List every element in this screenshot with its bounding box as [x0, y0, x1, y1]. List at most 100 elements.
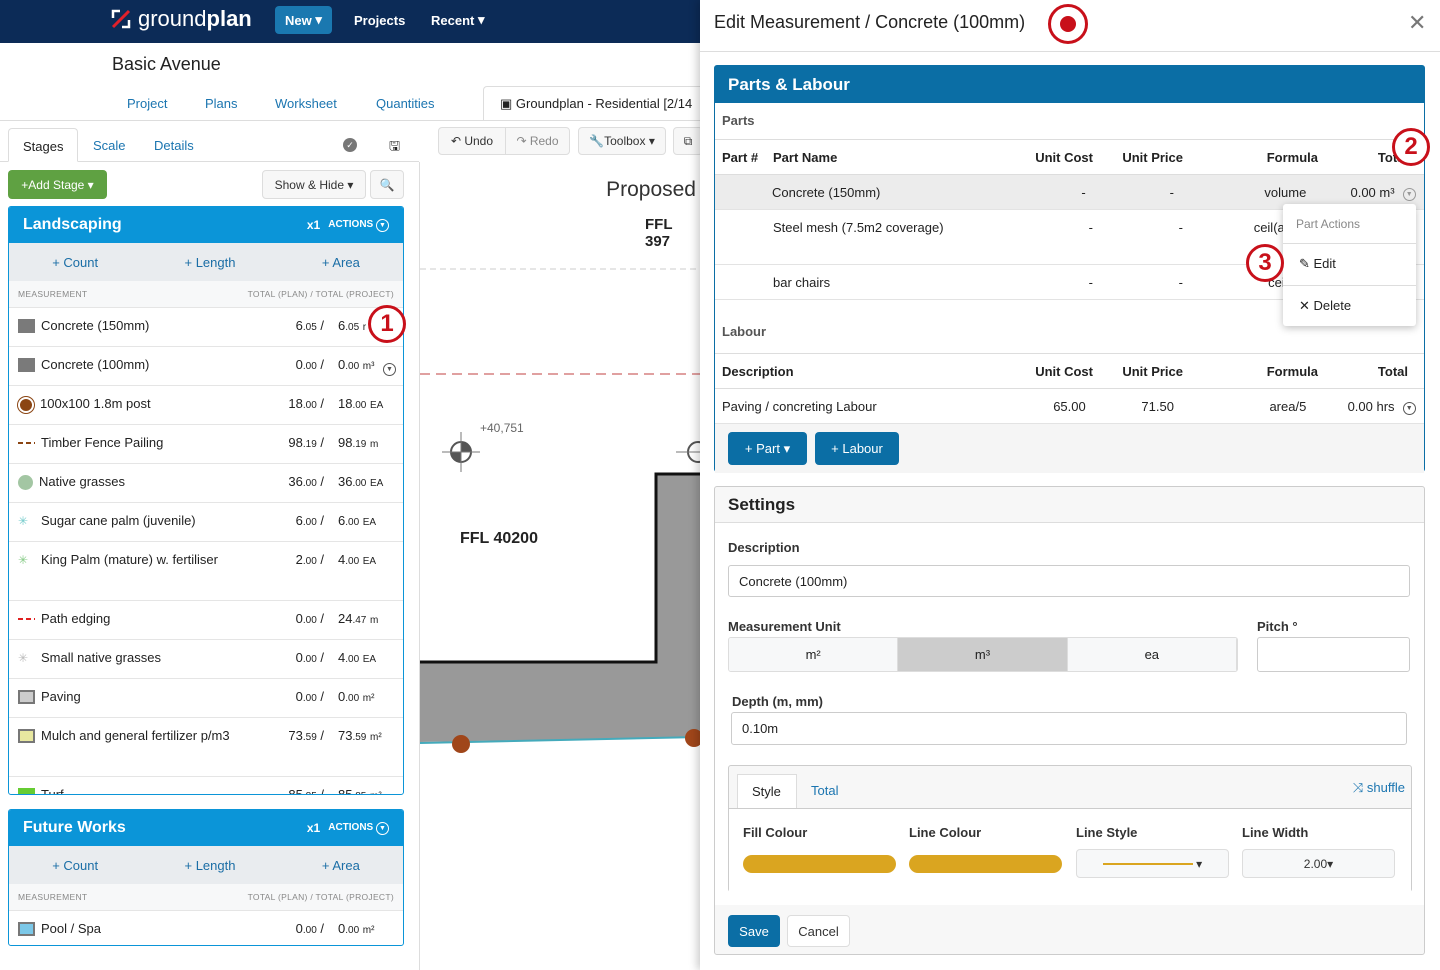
unit-ea[interactable]: ea	[1067, 638, 1237, 671]
stage-multiplier[interactable]: x1	[307, 821, 320, 835]
line-width-dropdown[interactable]: 2.00 ▾	[1242, 849, 1395, 878]
measurement-row[interactable]: Path edging 0.00 /24.47 m	[9, 600, 403, 639]
measurement-row[interactable]: Concrete (100mm) 0.00 /0.00 m³ ▼	[9, 346, 403, 385]
stage-actions-button[interactable]: ACTIONS ▼	[328, 821, 389, 835]
add-count-button[interactable]: + Count	[52, 858, 98, 873]
recent-dropdown[interactable]: Recent ▾	[421, 6, 495, 34]
measurement-column-header: MEASUREMENT TOTAL (PLAN) / TOTAL (PROJECT…	[9, 281, 403, 307]
tab-worksheet[interactable]: Worksheet	[275, 96, 337, 111]
line-style-dropdown[interactable]: ▾	[1076, 849, 1229, 878]
plan-int: 0	[295, 689, 303, 704]
search-icon[interactable]: 🔍	[370, 170, 404, 199]
unit-m3[interactable]: m³	[898, 638, 1068, 671]
projects-link[interactable]: Projects	[344, 6, 415, 34]
measurement-name: King Palm (mature) w. fertiliser	[41, 552, 218, 567]
plan-dec: .00	[302, 556, 317, 567]
add-area-button[interactable]: + Area	[322, 255, 360, 270]
save-icon[interactable]: 🖫	[389, 137, 400, 159]
tab-quantities[interactable]: Quantities	[376, 96, 435, 111]
part-actions-icon[interactable]: ▼	[1402, 187, 1416, 201]
add-part-button[interactable]: + Part ▾	[728, 432, 807, 465]
toolbox-dropdown[interactable]: 🔧 Toolbox ▾	[578, 127, 666, 155]
redo-button[interactable]: ↷ Redo	[505, 127, 570, 155]
add-labour-button[interactable]: + Labour	[815, 432, 899, 465]
proj-int: 24	[338, 611, 353, 626]
menu-item-delete[interactable]: ✕ Delete	[1283, 286, 1416, 326]
plan-int: 98	[288, 435, 303, 450]
plan-dec: .00	[302, 693, 317, 704]
add-stage-button[interactable]: + Add Stage ▾	[8, 170, 107, 199]
measurement-name: 100x100 1.8m post	[40, 396, 151, 411]
part-name: Steel mesh (7.5m2 coverage)	[773, 220, 944, 235]
measurement-row[interactable]: Mulch and general fertilizer p/m3 73.59 /…	[9, 717, 403, 776]
pitch-input[interactable]	[1257, 637, 1410, 672]
tab-scale[interactable]: Scale	[79, 128, 140, 162]
measurement-row[interactable]: Timber Fence Pailing 98.19 /98.19 m	[9, 424, 403, 463]
unit-m2[interactable]: m²	[729, 638, 899, 671]
new-dropdown[interactable]: New ▾	[275, 6, 332, 34]
part-unit-price: -	[1169, 184, 1174, 200]
measurement-row[interactable]: ✳ Small native grasses 0.00 /4.00 EA	[9, 639, 403, 678]
dots-swatch-icon: ✳	[18, 651, 29, 665]
plan-drawing	[420, 268, 700, 753]
add-area-button[interactable]: + Area	[322, 858, 360, 873]
measurement-row[interactable]: ✳ Sugar cane palm (juvenile) 6.00 /6.00 EA	[9, 502, 403, 541]
undo-button[interactable]: ↶ Undo	[438, 127, 506, 155]
shuffle-button[interactable]: ⤨ shuffle	[1353, 780, 1405, 796]
unit: EA	[370, 478, 384, 489]
measurement-row[interactable]: Native grasses 36.00 /36.00 EA	[9, 463, 403, 502]
menu-item-edit[interactable]: ✎ Edit	[1283, 244, 1416, 286]
plan-total: 0.00 /	[295, 689, 324, 704]
unit-selector: m² m³ ea	[728, 637, 1238, 672]
settings-heading: Settings	[715, 487, 1424, 523]
line-colour-picker[interactable]	[909, 855, 1062, 873]
close-icon[interactable]: ✕	[1408, 10, 1426, 36]
cancel-button[interactable]: Cancel	[787, 915, 850, 947]
tab-plans[interactable]: Plans	[205, 96, 238, 111]
plan-dec: .00	[302, 478, 317, 489]
record-annotation-icon	[1048, 4, 1088, 44]
add-length-button[interactable]: + Length	[184, 858, 235, 873]
labour-row[interactable]: Paving / concreting Labour 65.00 71.50 a…	[715, 389, 1424, 424]
add-length-button[interactable]: + Length	[184, 255, 235, 270]
measurement-row[interactable]: Concrete (150mm) 6.05 /6.05 r	[9, 307, 403, 346]
tab-style[interactable]: Style	[737, 774, 797, 808]
plan-total: 0.00 /	[295, 611, 324, 626]
unit: m²	[370, 732, 382, 743]
labour-actions-icon[interactable]: ▼	[1402, 401, 1416, 415]
proj-dec: .47	[352, 615, 367, 626]
plan-canvas[interactable]: Proposed FFL 397 +40,751 FFL 40200	[419, 162, 700, 970]
description-input[interactable]: Concrete (100mm)	[728, 565, 1410, 597]
post-marker	[452, 735, 470, 753]
line-style-preview	[1102, 862, 1193, 865]
row-actions-icon[interactable]: ▼	[383, 363, 396, 376]
labour-table-header: Description Unit Cost Unit Price Formula…	[715, 353, 1424, 389]
measurement-row[interactable]: Pool / Spa 0.00 /0.00 m²	[9, 910, 403, 945]
tab-stages[interactable]: Stages	[8, 128, 79, 162]
groundplan-logo[interactable]: groundplan	[110, 6, 252, 32]
plan-document-tab[interactable]: ▣ Groundplan - Residential [2/14	[483, 86, 713, 120]
check-icon[interactable]: ✓	[343, 138, 357, 152]
divider	[0, 120, 700, 121]
add-count-button[interactable]: + Count	[52, 255, 98, 270]
fill-colour-picker[interactable]	[743, 855, 896, 873]
measurement-row[interactable]: ✳ King Palm (mature) w. fertiliser 2.00 /4…	[9, 541, 403, 600]
proj-dec: .00	[352, 400, 367, 411]
delete-icon: ✕	[1299, 298, 1314, 313]
annotation-badge-2: 2	[1392, 128, 1430, 166]
save-button[interactable]: Save	[728, 915, 780, 947]
depth-input[interactable]: 0.10m	[731, 712, 1407, 745]
measurement-row[interactable]: Turf85.85 /85.85 m²	[9, 776, 403, 794]
stage-actions-button[interactable]: ACTIONS ▼	[328, 218, 389, 232]
square-swatch-icon	[18, 319, 35, 333]
tab-project[interactable]: Project	[127, 96, 167, 111]
measurement-row[interactable]: Paving 0.00 /0.00 m²	[9, 678, 403, 717]
tab-total[interactable]: Total	[811, 783, 838, 798]
measurement-row[interactable]: 100x100 1.8m post 18.00 /18.00 EA	[9, 385, 403, 424]
stage-multiplier[interactable]: x1	[307, 218, 320, 232]
show-hide-dropdown[interactable]: Show & Hide ▾	[262, 170, 366, 199]
tab-details[interactable]: Details	[140, 128, 208, 162]
copy-icon[interactable]: ⧉	[673, 127, 703, 155]
col-totals: TOTAL (PLAN) / TOTAL (PROJECT)	[247, 289, 394, 299]
unit: EA	[362, 654, 377, 665]
